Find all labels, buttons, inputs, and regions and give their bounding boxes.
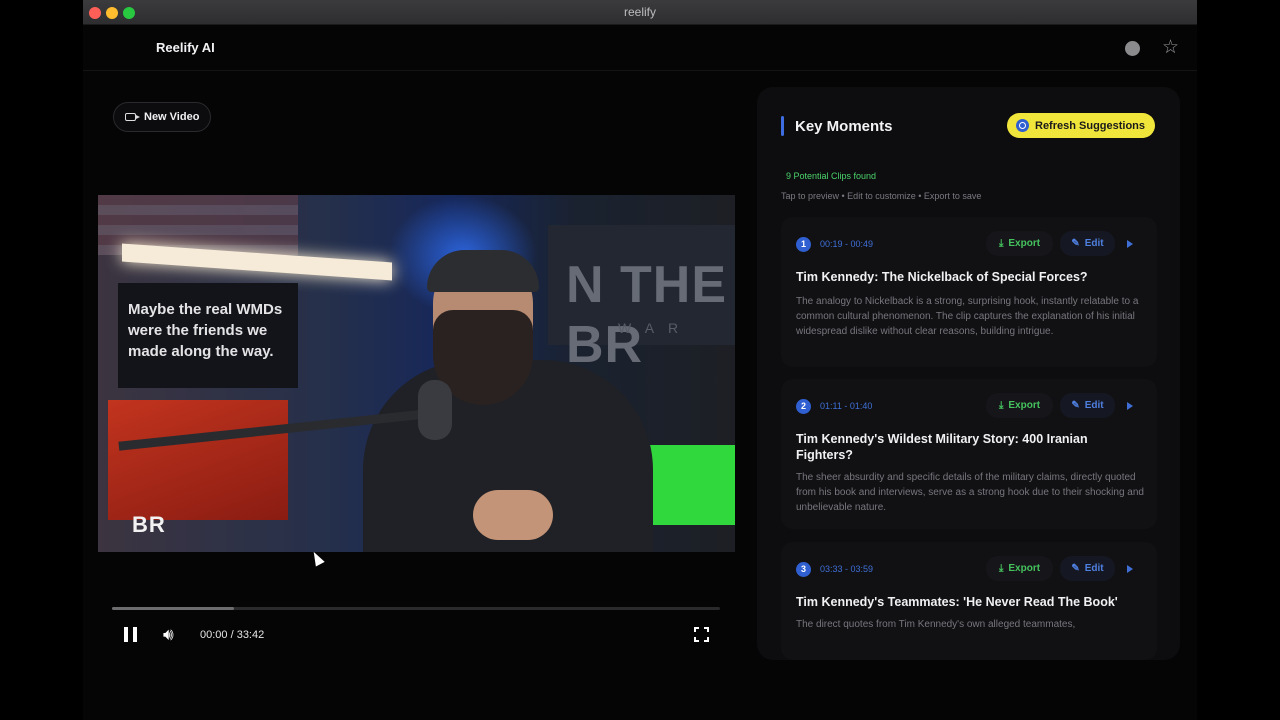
app-name: Reelify AI	[156, 40, 215, 55]
clip-description: The direct quotes from Tim Kennedy's own…	[796, 619, 1076, 630]
video-progress-fill	[112, 607, 234, 610]
export-button[interactable]: ⤓ Export	[986, 393, 1053, 418]
clip-time: 01:11 - 01:40	[820, 401, 873, 411]
mouse-cursor	[309, 549, 325, 567]
fullscreen-icon[interactable]	[694, 627, 709, 642]
clip-time: 00:19 - 00:49	[820, 239, 874, 249]
clip-time: 03:33 - 03:59	[820, 564, 874, 574]
clip-card[interactable]: 2 01:11 - 01:40 ⤓ Export ✎ Edit Tim Kenned…	[781, 379, 1157, 529]
window-title: reelify	[623, 5, 656, 19]
pencil-icon: ✎	[1071, 238, 1080, 249]
export-button[interactable]: ⤓ Export	[986, 556, 1053, 581]
clip-card[interactable]: 3 03:33 - 03:59 ⤓ Export ✎ Edit Tim Kenned…	[781, 542, 1157, 660]
clips-found-text: 9 Potential Clips found	[786, 171, 877, 181]
export-label: Export	[1008, 563, 1041, 574]
export-label: Export	[1008, 238, 1041, 249]
clip-description: The analogy to Nickelback is a strong, s…	[796, 296, 1139, 337]
play-icon[interactable]	[1127, 240, 1133, 248]
video-watermark-logo: BR	[132, 512, 166, 537]
edit-button[interactable]: ✎ Edit	[1060, 393, 1115, 418]
app-header: Reelify AI ☆	[83, 25, 1197, 71]
download-icon: ⤓	[998, 563, 1004, 574]
play-icon[interactable]	[1127, 565, 1133, 573]
edit-label: Edit	[1084, 400, 1104, 411]
video-player[interactable]: Maybe the real WMDs were the friends we …	[98, 195, 735, 552]
download-icon: ⤓	[998, 400, 1004, 411]
clip-title: Tim Kennedy: The Nickelback of Special F…	[796, 270, 1088, 284]
speaker-hand	[473, 490, 553, 540]
app-window: reelify Reelify AI ☆ New Video Maybe the…	[83, 0, 1197, 720]
volume-icon[interactable]: 🔊︎	[163, 625, 174, 645]
speaker-cap	[427, 250, 539, 292]
title-bar: reelify	[83, 0, 1197, 25]
clip-title: Tim Kennedy's Teammates: 'He Never Read …	[796, 595, 1118, 609]
download-icon: ⤓	[998, 238, 1004, 249]
time-display: 00:00 / 33:42	[200, 629, 265, 641]
video-poster: Maybe the real WMDs were the friends we …	[118, 283, 298, 388]
edit-button[interactable]: ✎ Edit	[1060, 231, 1115, 256]
status-indicator[interactable]	[1125, 41, 1140, 56]
pencil-icon: ✎	[1071, 400, 1080, 411]
clip-number: 1	[796, 237, 811, 252]
play-icon[interactable]	[1127, 402, 1133, 410]
clip-number: 3	[796, 562, 811, 577]
export-label: Export	[1008, 400, 1041, 411]
key-moments-panel: Key Moments Refresh Suggestions 9 Potent…	[757, 87, 1180, 660]
new-video-label: New Video	[144, 111, 200, 123]
export-button[interactable]: ⤓ Export	[986, 231, 1053, 256]
refresh-icon	[1016, 119, 1029, 132]
edit-label: Edit	[1084, 563, 1104, 574]
star-icon[interactable]: ☆	[1162, 36, 1179, 59]
clip-description: The sheer absurdity and specific details…	[796, 472, 1144, 513]
edit-button[interactable]: ✎ Edit	[1060, 556, 1115, 581]
hint-text: Tap to preview • Edit to customize • Exp…	[781, 191, 982, 201]
pause-icon[interactable]	[124, 627, 138, 643]
clip-title: Tim Kennedy's Wildest Military Story: 40…	[796, 432, 1088, 462]
pencil-icon: ✎	[1071, 563, 1080, 574]
panel-title: Key Moments	[795, 118, 893, 135]
clip-number: 2	[796, 399, 811, 414]
video-progress-bar[interactable]	[112, 607, 720, 610]
refresh-label: Refresh Suggestions	[1035, 119, 1146, 132]
camera-icon	[125, 113, 140, 121]
clip-card[interactable]: 1 00:19 - 00:49 ⤓ Export ✎ Edit Tim Kenned…	[781, 217, 1157, 367]
new-video-button[interactable]: New Video	[113, 102, 212, 132]
video-speaker	[323, 230, 653, 552]
edit-label: Edit	[1084, 238, 1104, 249]
video-red-flag	[108, 400, 288, 520]
refresh-suggestions-button[interactable]: Refresh Suggestions	[1007, 113, 1156, 138]
microphone	[418, 380, 452, 440]
panel-accent-bar	[781, 116, 784, 136]
video-poster-text: Maybe the real WMDs were the friends we …	[128, 301, 283, 360]
